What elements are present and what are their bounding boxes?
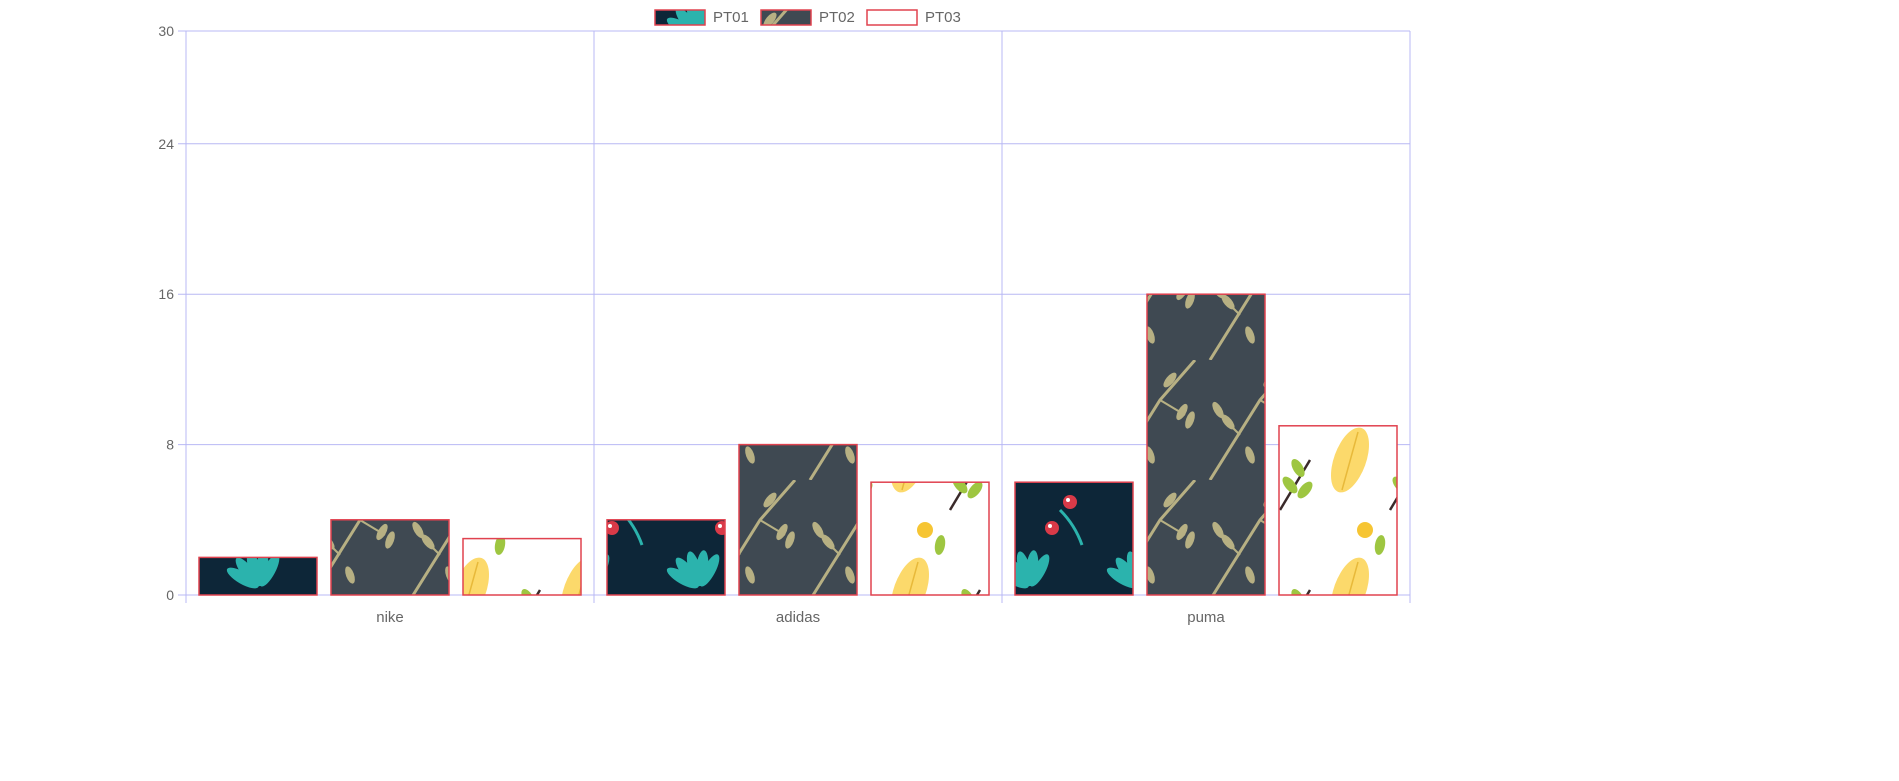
bar-pt03-puma xyxy=(1278,425,1398,596)
bar-pt01-adidas xyxy=(606,519,726,596)
x-category-label: nike xyxy=(376,609,404,626)
x-category-label: adidas xyxy=(776,609,820,626)
legend-item-pt01[interactable]: PT01 xyxy=(654,9,749,26)
legend: PT01 PT02 PT03 xyxy=(654,9,961,26)
y-tick-label: 24 xyxy=(158,136,174,152)
y-tick-label: 30 xyxy=(158,23,174,39)
y-axis: 0 8 16 24 30 xyxy=(158,23,174,603)
bar-pt01-nike xyxy=(198,556,318,596)
x-category-label: puma xyxy=(1187,609,1225,626)
bar-pt02-puma xyxy=(1146,293,1266,596)
bar-chart: 0 8 16 24 30 nike adidas puma PT01 PT02 PT03 xyxy=(158,9,1411,626)
legend-item-pt02[interactable]: PT02 xyxy=(760,9,855,26)
bar-pt01-puma xyxy=(1014,481,1134,596)
bar-pt02-nike xyxy=(330,519,450,596)
y-tick-label: 8 xyxy=(166,437,174,453)
x-axis: nike adidas puma xyxy=(376,609,1225,626)
legend-label: PT01 xyxy=(713,9,749,26)
bar-pt02-adidas xyxy=(738,443,858,596)
legend-swatch xyxy=(760,9,812,26)
y-tick-label: 0 xyxy=(166,587,174,603)
legend-label: PT03 xyxy=(925,9,961,26)
chart-container: 0 8 16 24 30 nike adidas puma PT01 PT02 PT03 xyxy=(0,0,1899,781)
bar-pt03-nike xyxy=(462,537,582,596)
legend-swatch xyxy=(654,9,706,26)
bar-pt03-adidas xyxy=(870,481,990,596)
y-tick-label: 16 xyxy=(158,286,174,302)
legend-swatch xyxy=(866,9,918,26)
legend-label: PT02 xyxy=(819,9,855,26)
legend-item-pt03[interactable]: PT03 xyxy=(866,9,961,26)
